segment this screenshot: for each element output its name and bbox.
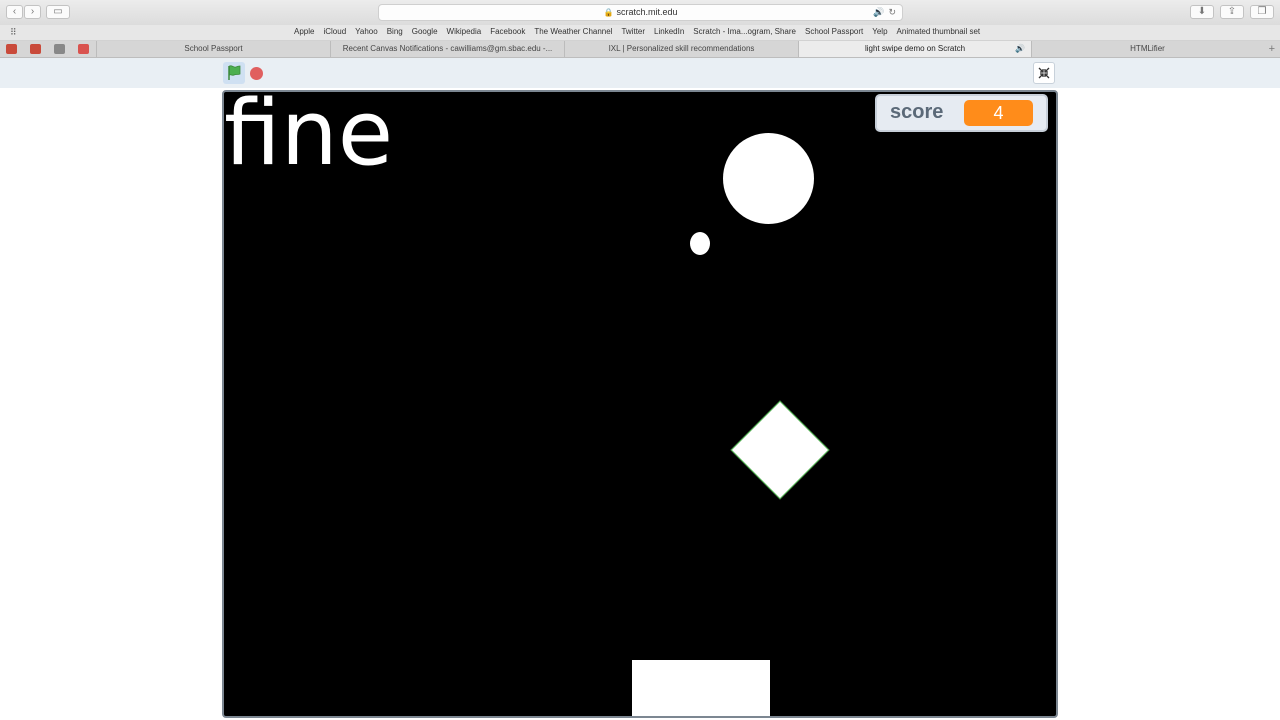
pinned-tab-icon[interactable] <box>78 44 89 54</box>
player-controls-bar <box>0 58 1280 88</box>
back-button[interactable]: ‹ <box>6 5 23 19</box>
collapse-icon <box>1038 67 1050 79</box>
tab-bar: School Passport Recent Canvas Notificati… <box>0 41 1280 58</box>
stop-icon[interactable] <box>250 67 263 80</box>
tab-label: School Passport <box>184 44 243 53</box>
tab-overview-button[interactable]: ❐ <box>1250 5 1274 19</box>
green-flag-icon <box>228 65 241 80</box>
large-ball-sprite[interactable] <box>723 133 814 224</box>
green-flag-button[interactable] <box>223 62 245 84</box>
browser-toolbar: ‹ › ▭ 🔒 scratch.mit.edu 🔊 ↻ ⬇ ⇪ ❐ <box>0 0 1280 25</box>
bookmark-item[interactable]: Facebook <box>490 27 525 36</box>
pinned-tab-icon[interactable] <box>30 44 41 54</box>
bookmark-item[interactable]: Wikipedia <box>447 27 482 36</box>
pinned-tab-icon[interactable] <box>6 44 17 54</box>
tab-label: IXL | Personalized skill recommendations <box>608 44 755 53</box>
lock-icon: 🔒 <box>603 8 614 17</box>
tab-label: Recent Canvas Notifications - cawilliams… <box>342 44 553 53</box>
sidebar-toggle-button[interactable]: ▭ <box>46 5 70 19</box>
bookmark-item[interactable]: Animated thumbnail set <box>897 27 981 36</box>
grid-icon[interactable]: ⠿ <box>10 28 17 37</box>
paddle-sprite[interactable] <box>632 660 770 716</box>
bookmarks-bar: ⠿ Apple iCloud Yahoo Bing Google Wikipedia Fac… <box>0 25 1280 41</box>
small-ball-sprite[interactable] <box>690 232 710 255</box>
stage-text: fine <box>224 90 394 186</box>
bookmark-item[interactable]: iCloud <box>323 27 346 36</box>
tab-canvas-notifications[interactable]: Recent Canvas Notifications - cawilliams… <box>330 41 564 57</box>
tab-school-passport[interactable]: School Passport <box>96 41 330 57</box>
score-value: 4 <box>964 100 1033 126</box>
bookmark-item[interactable]: School Passport <box>805 27 863 36</box>
bookmark-item[interactable]: Scratch - Ima...ogram, Share <box>693 27 796 36</box>
bookmark-item[interactable]: Google <box>412 27 438 36</box>
scratch-stage[interactable]: fine score 4 <box>222 90 1058 718</box>
tab-light-swipe-demo[interactable]: light swipe demo on Scratch 🔊 <box>798 41 1031 57</box>
tab-ixl[interactable]: IXL | Personalized skill recommendations <box>564 41 798 57</box>
score-monitor[interactable]: score 4 <box>875 94 1048 132</box>
tab-htmlifier[interactable]: HTMLifier <box>1031 41 1263 57</box>
share-button[interactable]: ⇪ <box>1220 5 1244 19</box>
exit-fullscreen-icon[interactable] <box>1033 62 1055 84</box>
bookmark-list: Apple iCloud Yahoo Bing Google Wikipedia Faceb… <box>294 27 980 36</box>
score-label: score <box>890 101 944 123</box>
new-tab-button[interactable]: + <box>1269 41 1275 57</box>
forward-button[interactable]: › <box>24 5 41 19</box>
tab-label: HTMLifier <box>1130 44 1165 53</box>
bookmark-item[interactable]: Bing <box>387 27 403 36</box>
tab-audio-icon[interactable]: 🔊 <box>1015 41 1025 57</box>
bookmark-item[interactable]: Twitter <box>621 27 645 36</box>
tab-label: light swipe demo on Scratch <box>864 44 966 53</box>
bookmark-item[interactable]: Yelp <box>872 27 887 36</box>
url-text: scratch.mit.edu <box>616 7 678 17</box>
bookmark-item[interactable]: The Weather Channel <box>534 27 612 36</box>
bookmark-item[interactable]: LinkedIn <box>654 27 684 36</box>
speaker-icon[interactable]: 🔊 <box>873 7 884 17</box>
reload-icon[interactable]: ↻ <box>888 7 896 17</box>
diamond-sprite[interactable] <box>730 400 830 500</box>
pinned-tab-icon[interactable] <box>54 44 65 54</box>
bookmark-item[interactable]: Apple <box>294 27 314 36</box>
bookmark-item[interactable]: Yahoo <box>355 27 378 36</box>
address-bar[interactable]: 🔒 scratch.mit.edu 🔊 ↻ <box>378 4 903 21</box>
downloads-button[interactable]: ⬇ <box>1190 5 1214 19</box>
